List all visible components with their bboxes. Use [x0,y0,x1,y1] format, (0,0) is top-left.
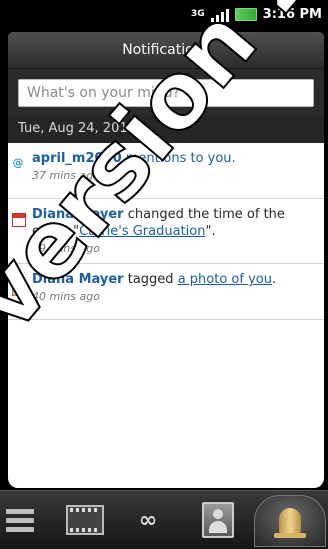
notification-time: 40 mins ago [32,290,100,303]
notification-item[interactable]: @ april_m2000 mentions to you. 37 mins a… [8,143,324,199]
notification-action: mentions to you. [121,151,236,166]
battery-icon [234,7,257,21]
notification-action-end: ". [205,224,216,239]
network-type-label: 3G [191,8,205,19]
notifications-panel: Notifications Tue, Aug 24, 2010 @ april_… [8,32,324,488]
notification-text: Diana Mayer changed the time of the even… [32,206,316,240]
app-drawer-icon[interactable] [2,499,38,541]
notification-user-name[interactable]: april_m2000 [32,151,122,166]
contact-icon[interactable] [198,499,238,541]
notification-time: 37 mins ago [32,169,100,182]
signal-icon [210,6,229,22]
notification-list: @ april_m2000 mentions to you. 37 mins a… [8,143,324,320]
notification-user-name[interactable]: Diana Mayer [32,207,124,222]
link-icon[interactable]: ∞ [128,499,168,541]
bell-icon[interactable] [254,495,326,547]
photo-icon [12,282,26,296]
status-icons: 3G 3:16 PM [191,6,322,22]
notification-action-end: . [271,272,277,287]
status-bar: 3G 3:16 PM [0,0,328,30]
filmstrip-icon[interactable] [64,499,106,541]
notification-user-name[interactable]: Diana Mayer [32,272,124,287]
photo-link[interactable]: a photo of you [178,272,272,287]
panel-title: Notifications [8,32,324,69]
at-icon: @ [12,155,24,169]
notification-action: tagged [123,272,178,287]
event-link[interactable]: Carrie's Graduation [79,224,205,239]
notification-text: april_m2000 mentions to you. [32,150,316,167]
calendar-icon [12,213,26,227]
bottom-launch-bar: ∞ [0,490,328,549]
notification-text: Diana Mayer tagged a photo of you. [32,271,316,288]
status-update-input[interactable] [18,79,314,107]
notification-time: 39 mins ago [32,242,100,255]
compose-area [8,69,324,115]
notification-item[interactable]: Diana Mayer tagged a photo of you. 40 mi… [8,264,324,320]
notification-item[interactable]: Diana Mayer changed the time of the even… [8,199,324,264]
date-header: Tue, Aug 24, 2010 [8,115,324,143]
clock: 3:16 PM [262,6,322,22]
